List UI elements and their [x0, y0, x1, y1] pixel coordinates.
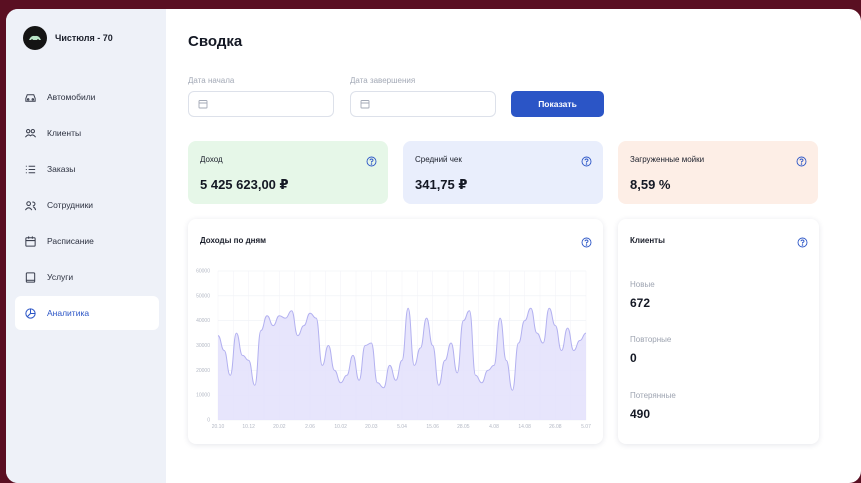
x-tick-label: 14.08	[518, 424, 531, 430]
clients-new-label: Новые	[630, 280, 655, 289]
brand-logo-icon	[23, 26, 47, 50]
sidebar-item-analytics[interactable]: Аналитика	[15, 296, 159, 330]
x-tick-label: 20.03	[365, 424, 378, 430]
end-date-input[interactable]	[350, 91, 496, 117]
y-tick-label: 20000	[196, 368, 210, 374]
sidebar-item-label: Услуги	[47, 272, 74, 282]
stat-value: 8,59 %	[630, 177, 671, 192]
stat-label: Средний чек	[415, 155, 462, 164]
sidebar-item-label: Аналитика	[47, 308, 90, 318]
calendar-icon	[360, 100, 370, 109]
x-tick-label: 10.12	[242, 424, 255, 430]
sidebar-item-employees[interactable]: Сотрудники	[15, 188, 159, 222]
clients-repeat-label: Повторные	[630, 335, 672, 344]
x-tick-label: 20.10	[212, 424, 225, 430]
stat-value: 5 425 623,00 ₽	[200, 177, 289, 192]
brand[interactable]: Чистюля - 70	[23, 26, 113, 50]
stat-card-average-check: Средний чек 341,75 ₽	[403, 141, 603, 204]
income-chart: 0 10000 20000 30000 40000 50000 60000 20.10 10.1…	[196, 269, 591, 431]
stat-card-income: Доход 5 425 623,00 ₽	[188, 141, 388, 204]
x-tick-label: 26.08	[549, 424, 562, 430]
x-tick-label: 4.08	[489, 424, 499, 430]
sidebar-item-orders[interactable]: Заказы	[15, 152, 159, 186]
app-window: Чистюля - 70 Автомобили Клиенты Заказы С…	[6, 9, 861, 483]
x-tick-label: 5.04	[397, 424, 407, 430]
calendar-icon	[25, 235, 36, 247]
start-date-input[interactable]	[188, 91, 334, 117]
stat-label: Доход	[200, 155, 223, 164]
sidebar-item-schedule[interactable]: Расписание	[15, 224, 159, 258]
x-tick-label: 15.06	[426, 424, 439, 430]
list-icon	[25, 165, 36, 173]
sidebar-item-label: Сотрудники	[47, 200, 94, 210]
sidebar-item-cars[interactable]: Автомобили	[15, 80, 159, 114]
show-button[interactable]: Показать	[511, 91, 604, 117]
y-tick-label: 0	[207, 418, 210, 424]
y-tick-label: 60000	[196, 269, 210, 275]
car-icon	[25, 93, 36, 102]
book-icon	[25, 271, 36, 283]
x-tick-label: 10.02	[334, 424, 347, 430]
x-tick-label: 20.02	[273, 424, 286, 430]
sidebar-nav: Автомобили Клиенты Заказы Сотрудники Рас…	[15, 80, 159, 332]
clients-new-value: 672	[630, 296, 651, 310]
users-icon	[24, 128, 37, 138]
end-date-label: Дата завершения	[350, 76, 416, 85]
calendar-icon	[198, 100, 208, 109]
sidebar-item-label: Клиенты	[47, 128, 82, 138]
y-tick-label: 10000	[196, 393, 210, 399]
main-content: Сводка Дата начала Дата завершения Показ…	[166, 9, 861, 483]
stat-card-loaded-washes: Загруженные мойки 8,59 %	[618, 141, 818, 204]
y-tick-label: 30000	[196, 343, 210, 349]
help-icon[interactable]	[797, 237, 808, 248]
sidebar-item-label: Заказы	[47, 164, 76, 174]
x-tick-label: 28.05	[457, 424, 470, 430]
help-icon[interactable]	[366, 156, 377, 167]
sidebar-item-label: Расписание	[47, 236, 94, 246]
sidebar-item-label: Автомобили	[47, 92, 96, 102]
employees-icon	[24, 200, 37, 210]
stat-value: 341,75 ₽	[415, 177, 468, 192]
help-icon[interactable]	[796, 156, 807, 167]
sidebar-item-services[interactable]: Услуги	[15, 260, 159, 294]
help-icon[interactable]	[581, 156, 592, 167]
clients-lost-label: Потерянные	[630, 391, 676, 400]
sidebar-item-clients[interactable]: Клиенты	[15, 116, 159, 150]
clients-title: Клиенты	[630, 236, 665, 245]
clients-lost-value: 490	[630, 407, 651, 421]
page-title: Сводка	[188, 33, 243, 50]
clients-repeat-value: 0	[630, 351, 637, 365]
x-tick-label: 2.06	[305, 424, 315, 430]
brand-name: Чистюля - 70	[55, 33, 113, 43]
clients-panel: Клиенты Новые 672 Повторные 0 Потерянные…	[618, 219, 819, 444]
x-tick-label: 5.07	[581, 424, 591, 430]
y-tick-label: 40000	[196, 318, 210, 324]
stat-label: Загруженные мойки	[630, 155, 705, 164]
y-tick-label: 50000	[196, 293, 210, 299]
analytics-icon	[25, 307, 36, 319]
sidebar: Чистюля - 70 Автомобили Клиенты Заказы С…	[6, 9, 166, 483]
income-chart-panel: Доходы по дням 0 10000 20000 30000 40000 5000…	[188, 219, 603, 444]
start-date-label: Дата начала	[188, 76, 235, 85]
